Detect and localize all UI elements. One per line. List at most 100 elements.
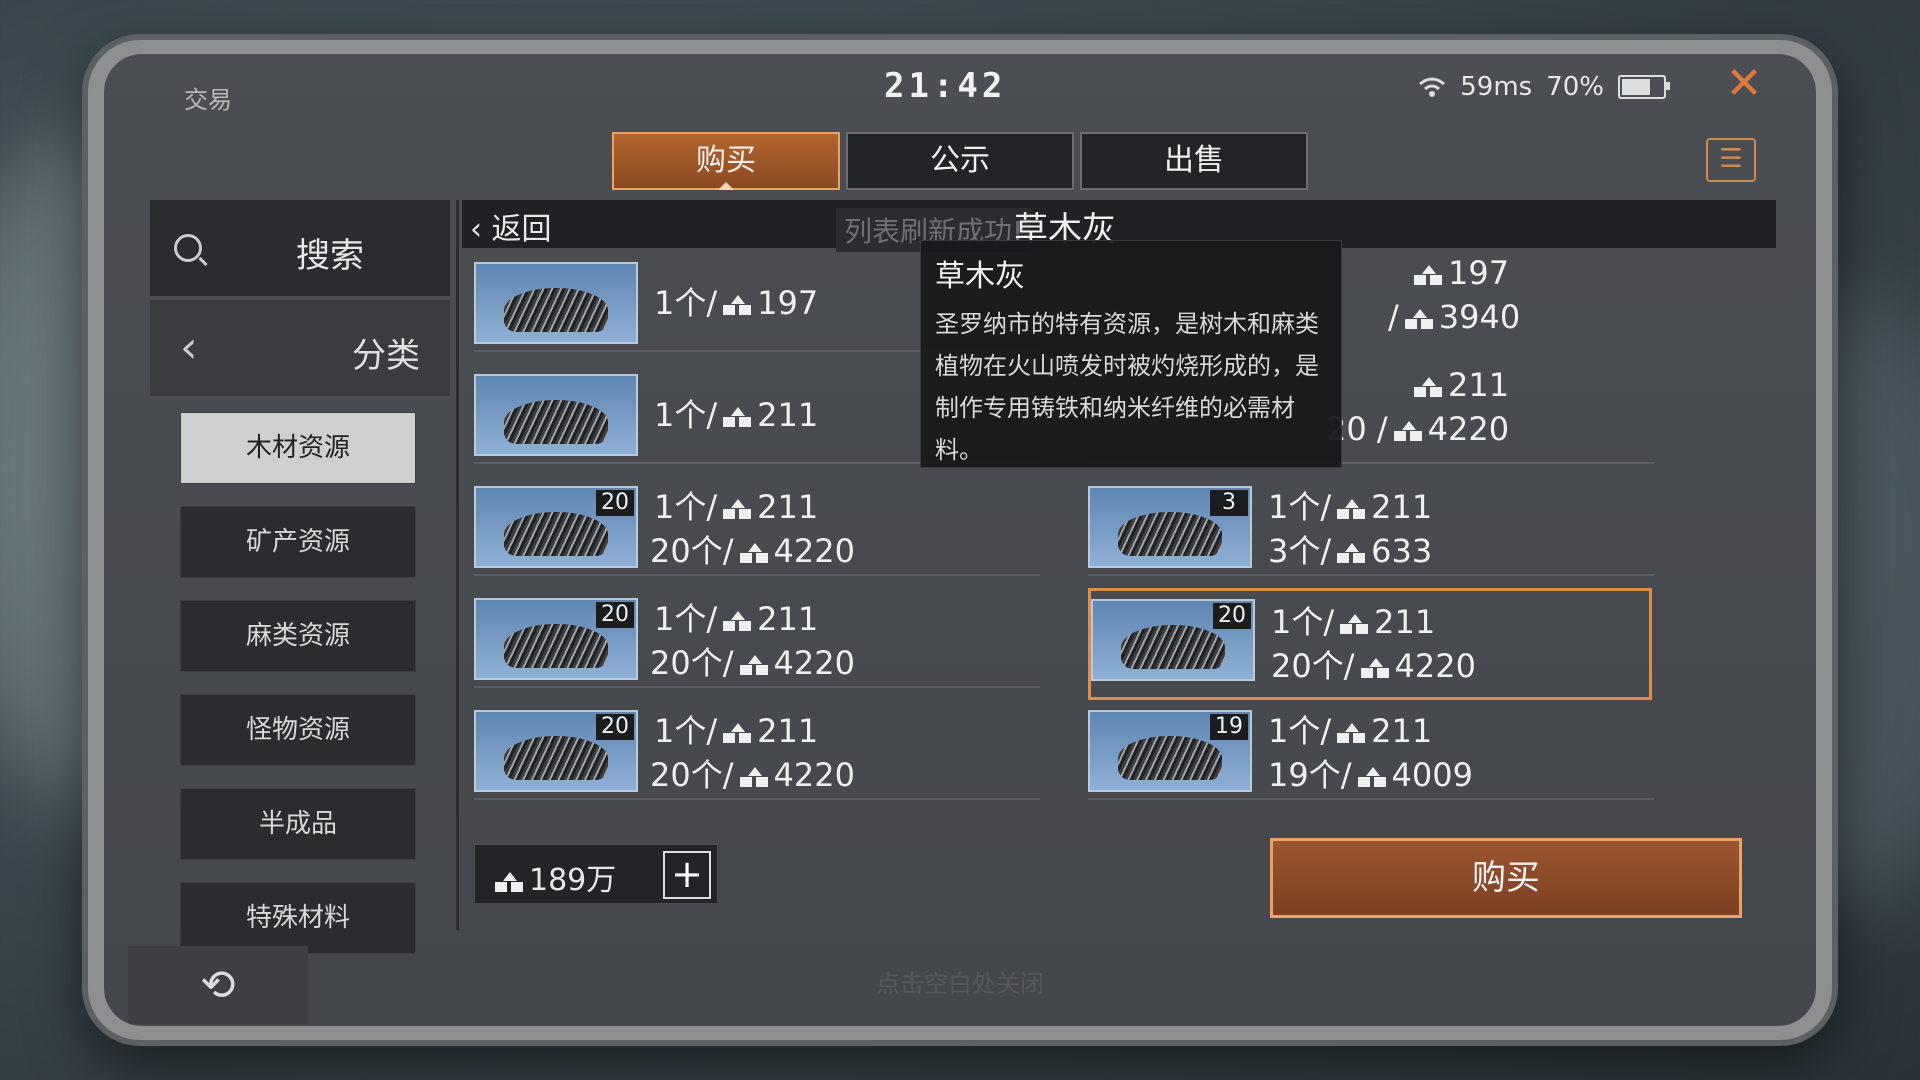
item-thumbnail: 20: [474, 598, 638, 680]
ash-pile-icon: [504, 288, 608, 332]
listing-item[interactable]: 20 1个/211 20个/4220: [474, 482, 1040, 576]
listing-item[interactable]: 20 1个/211 20个/4220: [474, 594, 1040, 688]
listing-item[interactable]: 19 1个/211 19个/4009: [1088, 706, 1654, 800]
app-title: 交易: [184, 86, 232, 114]
coin-icon: [739, 767, 768, 787]
coin-icon: [495, 871, 523, 892]
coin-icon: [1337, 723, 1366, 743]
search-label: 搜索: [296, 236, 364, 276]
ash-pile-icon: [1118, 736, 1222, 780]
item-tooltip: 草木灰 圣罗纳市的特有资源，是树木和麻类植物在火山喷发时被灼烧形成的，是制作专用…: [920, 240, 1342, 468]
buy-button[interactable]: 购买: [1270, 838, 1742, 918]
unit-price: 1个/211: [1271, 603, 1436, 641]
tab-sell[interactable]: 出售: [1080, 132, 1308, 190]
coin-icon: [1360, 658, 1389, 678]
unit-price: 1个/211: [1268, 488, 1433, 526]
stack-price: 20 /4220: [1326, 410, 1510, 448]
category-mineral[interactable]: 矿产资源: [180, 506, 416, 578]
stack-badge: 20: [596, 602, 634, 628]
balance-value: 189万: [489, 855, 616, 899]
add-currency-button[interactable]: +: [663, 851, 711, 899]
coin-icon: [739, 543, 768, 563]
item-thumbnail: 20: [1091, 599, 1255, 681]
tab-buy[interactable]: 购买: [612, 132, 840, 190]
close-icon[interactable]: ✕: [1722, 62, 1766, 106]
stack-badge: 20: [596, 714, 634, 740]
category-wood[interactable]: 木材资源: [180, 412, 416, 484]
status-bar: 交易 21:42 59ms 70% ✕: [104, 54, 1816, 124]
system-status: 59ms 70%: [1418, 72, 1670, 102]
category-label: 分类: [352, 336, 420, 376]
stack-badge: 20: [1213, 603, 1251, 629]
trade-screen: 交易 21:42 59ms 70% ✕ 购买 公示 出售 ☰ 搜索 ‹ 分类 木…: [104, 54, 1816, 1026]
coin-icon: [1337, 543, 1366, 563]
listing-item[interactable]: 3 1个/211 3个/633: [1088, 482, 1654, 576]
currency-balance: 189万 +: [474, 844, 718, 904]
category-monster[interactable]: 怪物资源: [180, 694, 416, 766]
stack-price: 19个/4009: [1268, 756, 1473, 794]
tab-bar: 购买 公示 出售: [612, 132, 1308, 190]
unit-price: 197: [1408, 254, 1509, 292]
close-hint: 点击空白处关闭: [876, 970, 1044, 998]
coin-icon: [723, 295, 752, 315]
battery-icon: [1618, 75, 1670, 99]
coin-icon: [723, 499, 752, 519]
unit-price: 1个/211: [1268, 712, 1433, 750]
item-thumbnail: 20: [474, 710, 638, 792]
stack-price: 20个/4220: [1271, 647, 1476, 685]
stack-price: 20个/4220: [650, 644, 855, 682]
coin-icon: [1357, 767, 1386, 787]
back-button[interactable]: ‹ 返回: [470, 204, 552, 248]
tab-announce[interactable]: 公示: [846, 132, 1074, 190]
coin-icon: [1393, 421, 1422, 441]
coin-icon: [723, 407, 752, 427]
ping-value: 59ms: [1460, 72, 1533, 102]
search-icon: [174, 234, 202, 262]
unit-price: 1个/211: [654, 488, 819, 526]
category-special[interactable]: 特殊材料: [180, 882, 416, 954]
coin-icon: [739, 655, 768, 675]
back-label: 返回: [491, 212, 552, 247]
category-toggle[interactable]: ‹ 分类: [150, 300, 450, 396]
clipboard-icon[interactable]: ☰: [1706, 138, 1756, 182]
ash-pile-icon: [1118, 512, 1222, 556]
item-thumbnail: 3: [1088, 486, 1252, 568]
stack-price: 3个/633: [1268, 532, 1433, 570]
stack-badge: 20: [596, 490, 634, 516]
unit-price: 1个/211: [654, 600, 819, 638]
search-button[interactable]: 搜索: [150, 200, 450, 296]
unit-price: 1个/211: [654, 396, 819, 434]
stack-price: 20个/4220: [650, 532, 855, 570]
stack-badge: 19: [1210, 714, 1248, 740]
item-thumbnail: [474, 374, 638, 456]
ash-pile-icon: [504, 512, 608, 556]
category-semi-finished[interactable]: 半成品: [180, 788, 416, 860]
ash-pile-icon: [504, 624, 608, 668]
category-list: 木材资源 矿产资源 麻类资源 怪物资源 半成品 特殊材料: [180, 412, 416, 976]
item-thumbnail: 19: [1088, 710, 1252, 792]
unit-price: 1个/211: [654, 712, 819, 750]
clock: 21:42: [884, 66, 1007, 106]
stack-price: 20个/4220: [650, 756, 855, 794]
coin-icon: [1414, 377, 1442, 397]
coin-icon: [1414, 265, 1442, 285]
coin-icon: [723, 723, 752, 743]
coin-icon: [723, 611, 752, 631]
listing-item-selected[interactable]: 20 1个/211 20个/4220: [1088, 588, 1652, 700]
device-frame: 交易 21:42 59ms 70% ✕ 购买 公示 出售 ☰ 搜索 ‹ 分类 木…: [88, 40, 1832, 1040]
stack-price: /3940: [1388, 298, 1521, 336]
chevron-left-icon: ‹: [180, 322, 198, 373]
battery-percent: 70%: [1546, 72, 1604, 102]
category-hemp[interactable]: 麻类资源: [180, 600, 416, 672]
unit-price: 1个/197: [654, 284, 819, 322]
listing-item[interactable]: 20 1个/211 20个/4220: [474, 706, 1040, 800]
item-thumbnail: [474, 262, 638, 344]
ash-pile-icon: [504, 736, 608, 780]
coin-icon: [1340, 614, 1369, 634]
wifi-icon: [1419, 77, 1446, 97]
unit-price: 211: [1408, 366, 1509, 404]
stack-badge: 3: [1210, 490, 1248, 516]
sidebar: 搜索 ‹ 分类 木材资源 矿产资源 麻类资源 怪物资源 半成品 特殊材料: [150, 200, 450, 954]
ash-pile-icon: [504, 400, 608, 444]
coin-icon: [1404, 309, 1433, 329]
